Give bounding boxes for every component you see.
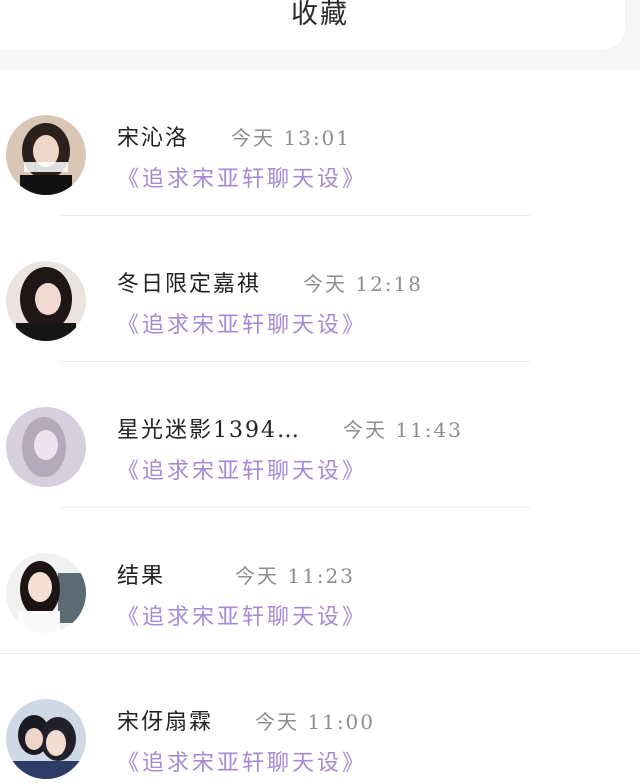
timestamp: 今天 11:43 (343, 418, 463, 442)
list-item[interactable]: 宋伢扇霖 今天 11:00 《追求宋亚轩聊天设》 (0, 654, 640, 784)
timestamp: 今天 11:00 (255, 710, 376, 734)
avatar[interactable] (6, 261, 86, 341)
user-name: 星光迷影1394… (117, 418, 301, 443)
list-item[interactable]: 结果 今天 11:23 《追求宋亚轩聊天设》 (0, 508, 640, 654)
favorites-page: 收藏 宋沁洛 今天 13:01 《追求宋亚轩聊天设》 冬日限定嘉祺 今天 12:… (0, 0, 640, 784)
user-name: 结果 (117, 564, 166, 589)
timestamp: 今天 11:23 (235, 564, 356, 588)
favorites-list: 宋沁洛 今天 13:01 《追求宋亚轩聊天设》 冬日限定嘉祺 今天 12:18 (0, 70, 640, 784)
list-item[interactable]: 宋沁洛 今天 13:01 《追求宋亚轩聊天设》 (0, 70, 640, 216)
list-item[interactable]: 星光迷影1394… 今天 11:43 《追求宋亚轩聊天设》 (0, 362, 640, 508)
item-header: 星光迷影1394… 今天 11:43 (117, 412, 463, 446)
timestamp: 今天 12:18 (303, 272, 424, 296)
item-header: 宋沁洛 今天 13:01 (117, 120, 351, 154)
avatar[interactable] (6, 699, 86, 779)
item-header: 宋伢扇霖 今天 11:00 (117, 704, 375, 738)
favorite-title-link[interactable]: 《追求宋亚轩聊天设》 (117, 599, 367, 631)
user-name: 宋沁洛 (117, 126, 190, 151)
timestamp: 今天 13:01 (231, 126, 352, 150)
list-item[interactable]: 冬日限定嘉祺 今天 12:18 《追求宋亚轩聊天设》 (0, 216, 640, 362)
item-header: 结果 今天 11:23 (117, 558, 355, 592)
favorite-title-link[interactable]: 《追求宋亚轩聊天设》 (117, 453, 367, 485)
avatar[interactable] (6, 553, 86, 633)
favorite-title-link[interactable]: 《追求宋亚轩聊天设》 (117, 307, 367, 339)
favorite-title-link[interactable]: 《追求宋亚轩聊天设》 (117, 161, 367, 193)
avatar[interactable] (6, 407, 86, 487)
user-name: 宋伢扇霖 (117, 710, 214, 735)
favorite-title-link[interactable]: 《追求宋亚轩聊天设》 (117, 745, 367, 777)
page-title: 收藏 (291, 0, 349, 30)
user-name: 冬日限定嘉祺 (117, 272, 262, 297)
avatar[interactable] (6, 115, 86, 195)
item-header: 冬日限定嘉祺 今天 12:18 (117, 266, 423, 300)
